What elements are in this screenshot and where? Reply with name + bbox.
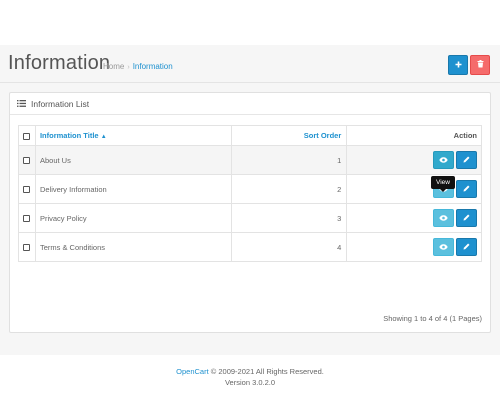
- panel-title: Information List: [31, 98, 90, 109]
- row-sort-order: 2: [230, 174, 348, 204]
- row-checkbox[interactable]: [23, 215, 31, 223]
- trash-icon: [477, 60, 484, 70]
- breadcrumb-separator: ›: [127, 64, 130, 71]
- row-title: Terms & Conditions: [34, 232, 232, 262]
- pencil-icon: [463, 214, 470, 223]
- delete-button[interactable]: [470, 55, 490, 75]
- column-header-title[interactable]: Information Title ▲: [34, 125, 232, 146]
- column-header-action: Action: [346, 125, 482, 146]
- row-title: About Us: [34, 145, 232, 175]
- page-title: Information: [8, 52, 111, 74]
- row-checkbox[interactable]: [23, 157, 31, 165]
- edit-button[interactable]: [456, 209, 477, 227]
- page-body: Information Home › Information Information…: [0, 45, 500, 387]
- information-list-panel: Information List Information Title ▲ Sor…: [9, 92, 491, 333]
- row-sort-order: 3: [230, 203, 348, 233]
- row-checkbox[interactable]: [23, 244, 31, 252]
- row-sort-order: 1: [230, 145, 348, 175]
- plus-icon: [455, 61, 462, 70]
- edit-button[interactable]: [456, 238, 477, 256]
- edit-button[interactable]: [456, 151, 477, 169]
- column-header-sort-order[interactable]: Sort Order: [230, 125, 348, 146]
- select-all-checkbox[interactable]: [23, 132, 31, 140]
- pencil-icon: [463, 185, 470, 194]
- copyright-text: © 2009-2021 All Rights Reserved.: [210, 367, 324, 376]
- column-header-title-label[interactable]: Information Title: [40, 131, 99, 140]
- table-row: Privacy Policy 3: [18, 203, 482, 233]
- information-table: Information Title ▲ Sort Order Action Ab…: [18, 125, 482, 262]
- table-header-row: Information Title ▲ Sort Order Action: [18, 125, 482, 146]
- breadcrumb-home[interactable]: Home: [103, 62, 124, 71]
- list-icon: [17, 100, 26, 107]
- footer: OpenCart © 2009-2021 All Rights Reserved…: [0, 366, 500, 388]
- view-button[interactable]: [433, 238, 454, 256]
- view-tooltip: View: [431, 176, 455, 192]
- caret-up-icon: ▲: [100, 134, 107, 140]
- row-checkbox[interactable]: [23, 186, 31, 194]
- version-text: Version 3.0.2.0: [224, 378, 276, 387]
- pagination-summary: Showing 1 to 4 of 4 (1 Pages): [383, 314, 482, 323]
- row-title: Delivery Information: [34, 174, 232, 204]
- opencart-link[interactable]: OpenCart: [176, 367, 209, 376]
- add-new-button[interactable]: [448, 55, 468, 75]
- view-button[interactable]: [433, 209, 454, 227]
- breadcrumb: Home › Information: [103, 62, 173, 71]
- view-button[interactable]: [433, 151, 454, 169]
- eye-icon: [439, 243, 448, 252]
- breadcrumb-current[interactable]: Information: [133, 62, 173, 71]
- table-row: About Us 1: [18, 145, 482, 175]
- pencil-icon: [463, 243, 470, 252]
- table-row: Terms & Conditions 4: [18, 232, 482, 262]
- table-row: Delivery Information 2: [18, 174, 482, 204]
- eye-icon: [439, 214, 448, 223]
- page-header: Information Home › Information: [0, 45, 500, 83]
- panel-heading: Information List: [10, 93, 490, 115]
- footer-copyright-line: OpenCart © 2009-2021 All Rights Reserved…: [0, 366, 500, 377]
- select-all-cell: [18, 125, 36, 146]
- row-title: Privacy Policy: [34, 203, 232, 233]
- edit-button[interactable]: [456, 180, 477, 198]
- pencil-icon: [463, 156, 470, 165]
- eye-icon: [439, 156, 448, 165]
- row-sort-order: 4: [230, 232, 348, 262]
